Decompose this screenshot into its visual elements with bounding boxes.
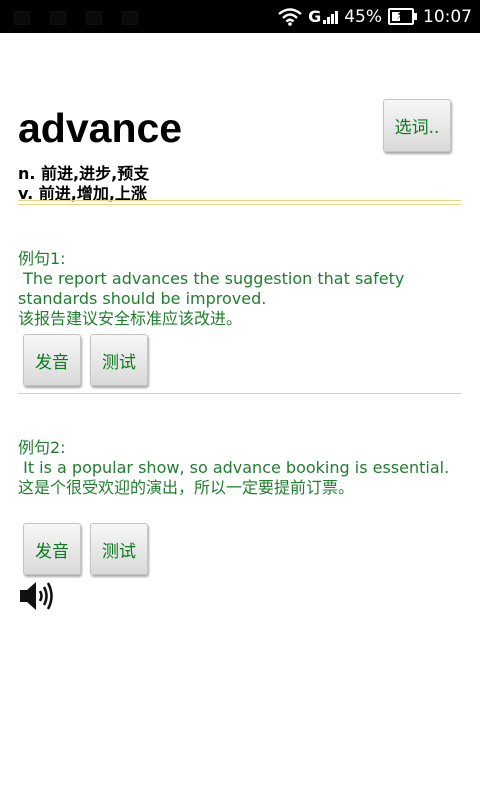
headword: advance [18,105,183,151]
example-1-label: 例句1: [18,249,66,268]
status-indicators: G 45% ⚡ 10:07 [278,0,472,33]
example-2-test-button[interactable]: 测试 [90,523,148,575]
example-2-label: 例句2: [18,438,66,457]
example-2-pronounce-button[interactable]: 发音 [23,523,81,575]
status-bar: G 45% ⚡ 10:07 [0,0,480,33]
example-2-chinese: 这是个很受欢迎的演出，所以一定要提前订票。 [18,478,355,497]
select-word-button[interactable]: 选词.. [383,99,451,152]
divider [18,200,461,205]
divider [18,393,461,394]
example-1-chinese: 该报告建议安全标准应该改进。 [18,309,243,328]
wifi-icon [278,7,302,26]
notification-icon [122,11,138,25]
notification-icons [14,10,164,25]
speaker-volume-icon[interactable] [18,579,58,613]
example-2: 例句2: It is a popular show, so advance bo… [18,438,458,498]
signal-type-label: G [308,7,322,26]
example-1: 例句1: The report advances the suggestion … [18,249,458,329]
clock: 10:07 [423,6,472,27]
example-1-pronounce-button[interactable]: 发音 [23,334,81,386]
signal-icon: G [308,7,339,26]
battery-charging-icon: ⚡ [388,8,417,25]
example-2-english: It is a popular show, so advance booking… [18,458,450,477]
example-1-test-button[interactable]: 测试 [90,334,148,386]
example-1-english: The report advances the suggestion that … [18,269,410,308]
battery-percent: 45% [344,6,382,27]
notification-icon [86,11,102,25]
notification-icon [14,11,30,25]
notification-icon [50,11,66,25]
